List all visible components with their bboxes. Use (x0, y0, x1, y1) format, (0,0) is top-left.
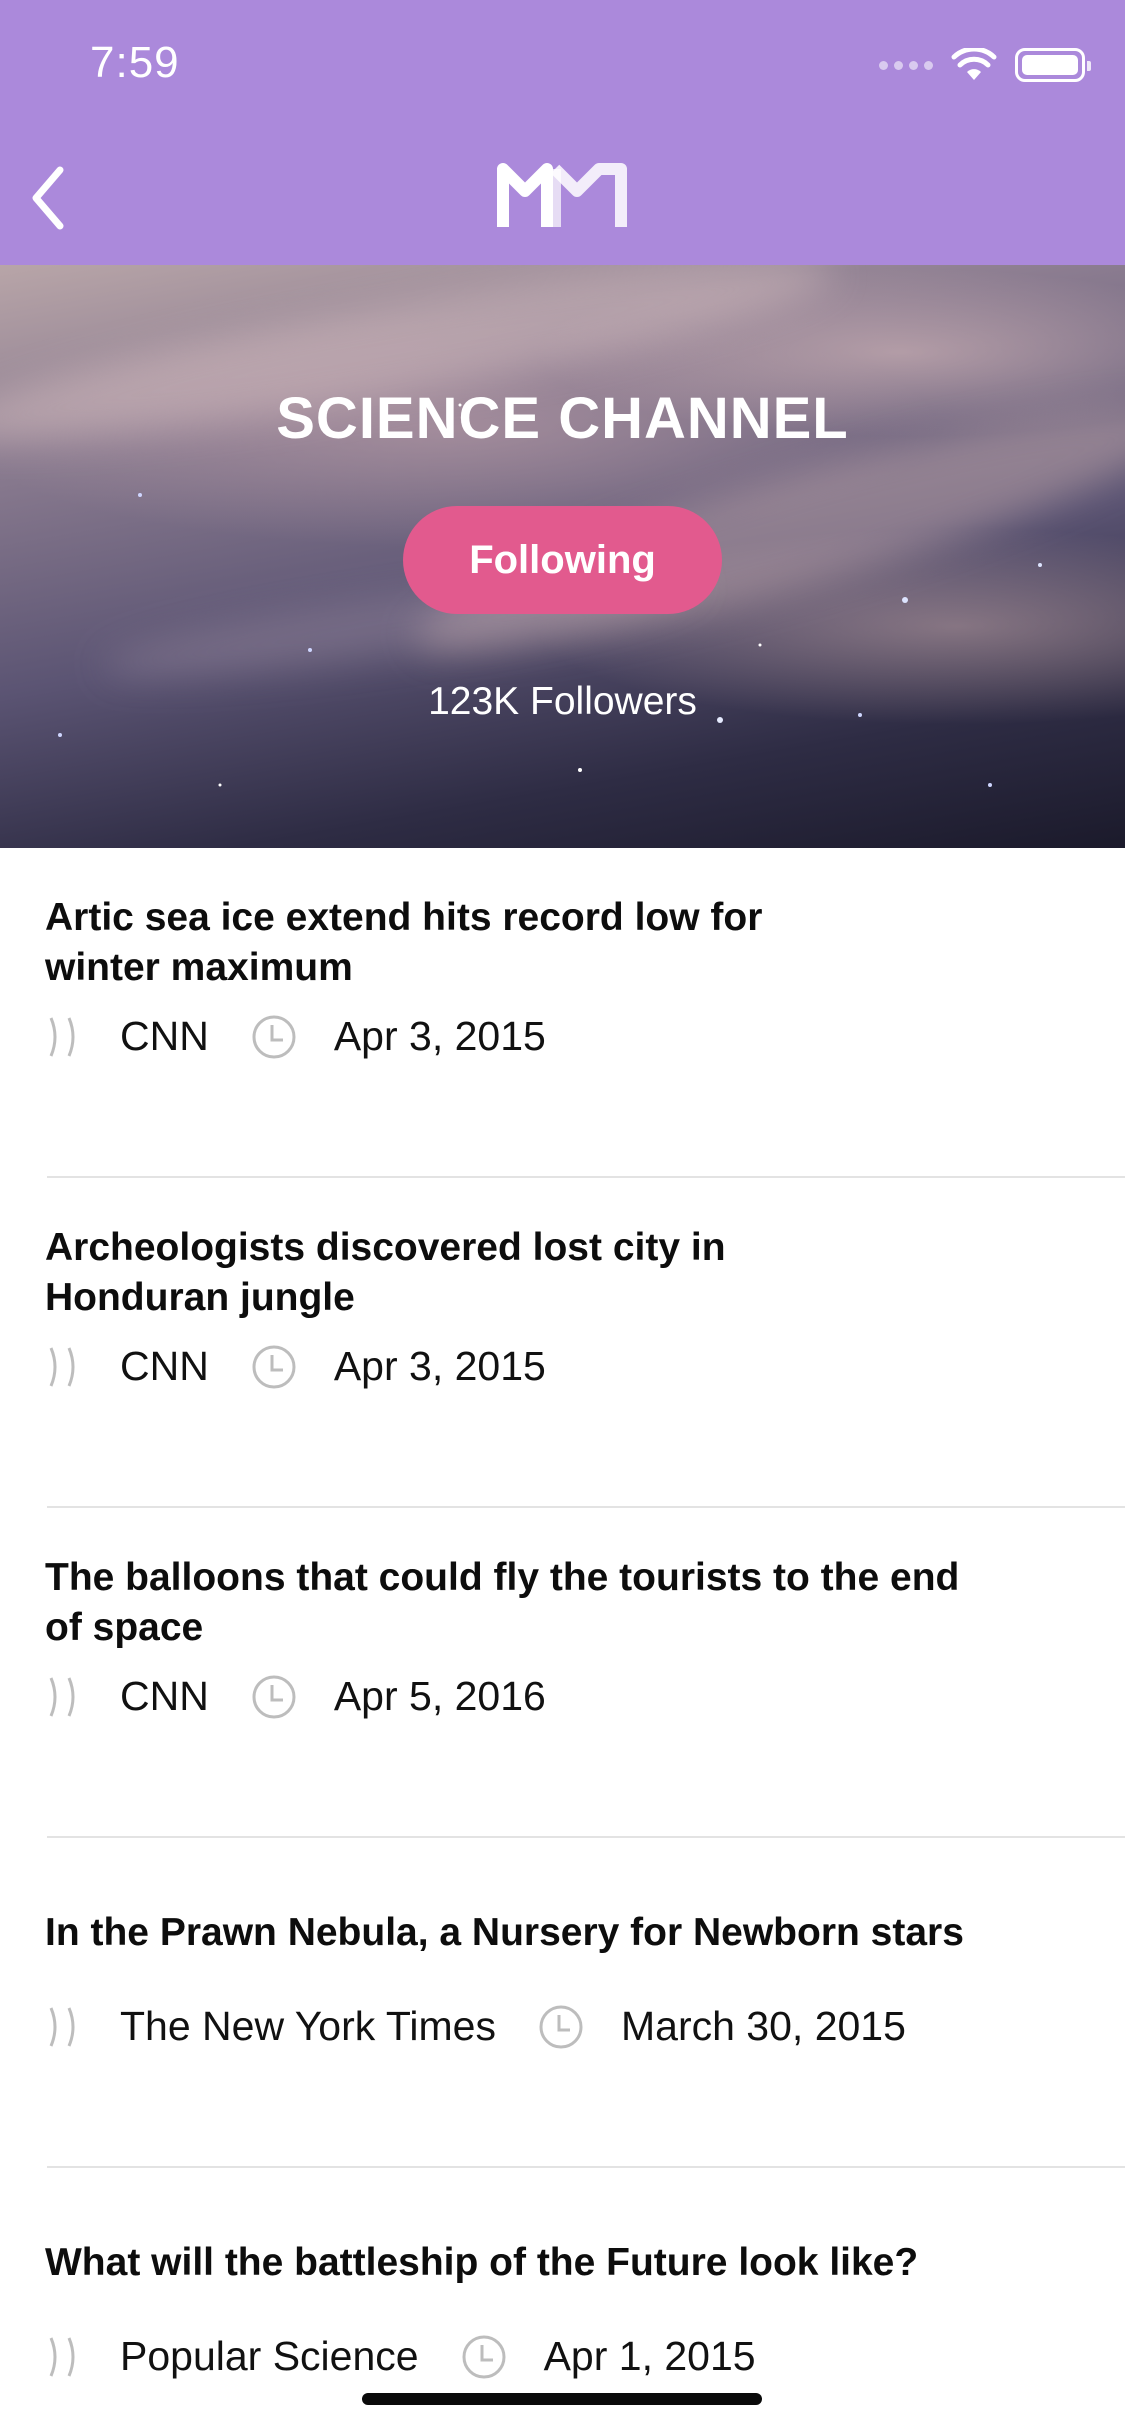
source-icon (49, 2006, 75, 2047)
status-time: 7:59 (90, 38, 180, 87)
follower-count: 123K Followers (428, 680, 697, 723)
article-item[interactable]: In the Prawn Nebula, a Nursery for Newbo… (0, 1838, 1125, 2168)
back-button[interactable] (18, 158, 78, 238)
clock-icon (252, 1015, 296, 1058)
cellular-signal-icon (879, 60, 933, 70)
source-icon (49, 1346, 75, 1387)
article-item[interactable]: Archeologists discovered lost city in Ho… (0, 1178, 1125, 1508)
source-icon (49, 1676, 75, 1717)
chevron-left-icon (32, 166, 64, 230)
clock-icon (539, 2005, 583, 2048)
article-date: Apr 3, 2015 (333, 1343, 546, 1389)
home-indicator[interactable] (362, 2393, 762, 2405)
channel-header: SCIENCE CHANNEL Following 123K Followers (0, 265, 1125, 848)
article-meta: Popular Science Apr 1, 2015 (45, 2333, 756, 2380)
clock-icon (462, 2335, 506, 2378)
channel-title: SCIENCE CHANNEL (276, 386, 849, 451)
source-icon (49, 1016, 75, 1057)
article-title: Artic sea ice extend hits record low for… (45, 896, 763, 989)
article-source: CNN (120, 1343, 209, 1389)
article-source: CNN (120, 1013, 209, 1059)
article-title: Archeologists discovered lost city in Ho… (45, 1226, 726, 1319)
battery-icon (1015, 48, 1091, 82)
clock-icon (252, 1675, 296, 1718)
app-logo (497, 163, 627, 227)
top-bar: 7:59 (0, 0, 1125, 265)
source-icon (49, 2336, 75, 2377)
article-source: CNN (120, 1673, 209, 1719)
article-title: The balloons that could fly the tourists… (45, 1556, 960, 1649)
article-meta: The New York Times March 30, 2015 (45, 2003, 906, 2050)
article-item[interactable]: Artic sea ice extend hits record low for… (0, 848, 1125, 1178)
status-indicators (879, 48, 1091, 82)
article-meta: CNN Apr 3, 2015 (45, 1343, 546, 1390)
article-list: Artic sea ice extend hits record low for… (0, 848, 1125, 2436)
article-date: Apr 5, 2016 (333, 1673, 546, 1719)
article-date: Apr 3, 2015 (333, 1013, 546, 1059)
clock-icon (252, 1345, 296, 1388)
article-item[interactable]: The balloons that could fly the tourists… (0, 1508, 1125, 1838)
article-date: Apr 1, 2015 (543, 2333, 756, 2379)
following-button[interactable]: Following (403, 506, 722, 614)
article-source: The New York Times (120, 2003, 496, 2049)
article-title: What will the battleship of the Future l… (45, 2241, 919, 2284)
channel-screen: 7:59 SCIENCE CHANNEL Following 123K Foll… (0, 0, 1125, 2436)
wifi-icon (951, 48, 997, 80)
article-meta: CNN Apr 5, 2016 (45, 1673, 546, 1720)
article-title: In the Prawn Nebula, a Nursery for Newbo… (45, 1911, 964, 1954)
article-date: March 30, 2015 (621, 2003, 906, 2049)
article-meta: CNN Apr 3, 2015 (45, 1013, 546, 1060)
article-source: Popular Science (120, 2333, 419, 2379)
